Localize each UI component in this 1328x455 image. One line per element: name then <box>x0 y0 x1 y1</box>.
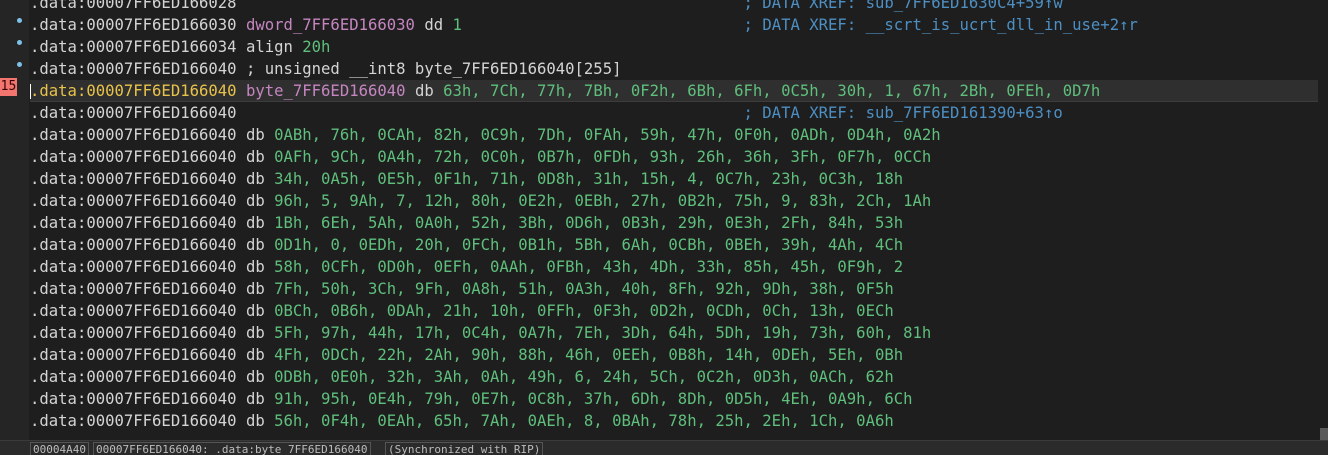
status-bar: 00004A40 00007FF6ED166040: .data:byte_7F… <box>0 440 1328 455</box>
data-label[interactable]: dword_7FF6ED166030 <box>246 16 415 34</box>
directive: dd <box>424 16 444 34</box>
code-line[interactable]: .data:00007FF6ED166034 align 20h <box>30 36 1318 58</box>
code-line[interactable]: .data:00007FF6ED166040 db 7Fh, 50h, 3Ch,… <box>30 278 1318 300</box>
directive: db <box>245 280 265 298</box>
line-comment-header: ; unsigned __int8 byte_7FF6ED166040[255] <box>245 60 622 78</box>
code-line[interactable]: .data:00007FF6ED166040 db 96h, 5, 9Ah, 7… <box>30 190 1318 212</box>
directive: db <box>245 412 265 430</box>
xref-comment: ; DATA XREF: sub_7FF6ED1630C4+59↑w <box>743 0 1063 12</box>
operand-values: 0AFh, 9Ch, 0A4h, 72h, 0C0h, 0B7h, 0FDh, … <box>274 148 932 166</box>
operand-values: 96h, 5, 9Ah, 7, 12h, 80h, 0E2h, 0EBh, 27… <box>274 192 932 210</box>
operand-values: 34h, 0A5h, 0E5h, 0F1h, 71h, 0D8h, 31h, 1… <box>274 170 904 188</box>
code-line[interactable]: .data:00007FF6ED166040 db 0BCh, 0B6h, 0D… <box>30 300 1318 322</box>
directive: db <box>245 302 265 320</box>
code-line[interactable]: .data:00007FF6ED166040 db 0DBh, 0E0h, 32… <box>30 366 1318 388</box>
operand-values: 0BCh, 0B6h, 0DAh, 21h, 10h, 0FFh, 0F3h, … <box>274 302 894 320</box>
line-address: .data:00007FF6ED166028 <box>30 0 237 12</box>
line-address: .data:00007FF6ED166040 <box>30 60 237 78</box>
code-line-current[interactable]: .data:00007FF6ED166040 byte_7FF6ED166040… <box>30 80 1318 102</box>
line-address: .data:00007FF6ED166040 <box>30 390 237 408</box>
line-marker-dot <box>17 18 22 23</box>
directive: db <box>245 390 265 408</box>
operand-values: 0D1h, 0, 0EDh, 20h, 0FCh, 0B1h, 5Bh, 6Ah… <box>274 236 904 254</box>
disassembly-view[interactable]: .data:00007FF6ED166028 ; DATA XREF: sub_… <box>30 0 1318 440</box>
directive: db <box>414 82 434 100</box>
operand-values: 91h, 95h, 0E4h, 79h, 0E7h, 0C8h, 37h, 6D… <box>274 390 913 408</box>
code-line[interactable]: .data:00007FF6ED166030 dword_7FF6ED16603… <box>30 14 1318 36</box>
xref-comment: ; DATA XREF: __scrt_is_ucrt_dll_in_use+2… <box>743 16 1138 34</box>
code-line[interactable]: .data:00007FF6ED166040 db 1Bh, 6Eh, 5Ah,… <box>30 212 1318 234</box>
directive: db <box>245 258 265 276</box>
line-address: .data:00007FF6ED166040 <box>30 412 237 430</box>
breakpoint-badge[interactable]: 15 <box>0 78 17 96</box>
xref-comment: ; DATA XREF: sub_7FF6ED161390+63↑o <box>743 104 1063 122</box>
line-address: .data:00007FF6ED166040 <box>30 214 237 232</box>
code-line[interactable]: .data:00007FF6ED166028 ; DATA XREF: sub_… <box>30 0 1318 14</box>
operand-values: 63h, 7Ch, 77h, 7Bh, 0F2h, 6Bh, 6Fh, 0C5h… <box>443 82 1101 100</box>
operand-values: 7Fh, 50h, 3Ch, 9Fh, 0A8h, 51h, 0A3h, 40h… <box>274 280 894 298</box>
code-line[interactable]: .data:00007FF6ED166040 db 58h, 0CFh, 0D0… <box>30 256 1318 278</box>
directive: db <box>245 126 265 144</box>
operand-values: 0ABh, 76h, 0CAh, 82h, 0C9h, 7Dh, 0FAh, 5… <box>274 126 941 144</box>
directive: db <box>245 214 265 232</box>
operand-values: 20h <box>302 38 331 56</box>
line-address: .data:00007FF6ED166040 <box>30 280 237 298</box>
line-address: .data:00007FF6ED166040 <box>30 236 237 254</box>
code-line[interactable]: .data:00007FF6ED166040 ; unsigned __int8… <box>30 58 1318 80</box>
line-address: .data:00007FF6ED166040 <box>30 126 237 144</box>
operand-values: 4Fh, 0DCh, 22h, 2Ah, 90h, 88h, 46h, 0EEh… <box>274 346 904 364</box>
text-caret <box>30 84 31 99</box>
directive: db <box>245 368 265 386</box>
code-line[interactable]: .data:00007FF6ED166040 db 0AFh, 9Ch, 0A4… <box>30 146 1318 168</box>
directive: db <box>245 324 265 342</box>
current-location: 00007FF6ED166040: .data:byte_7FF6ED16604… <box>93 442 371 455</box>
line-address: .data:00007FF6ED166040 <box>30 82 237 100</box>
line-address: .data:00007FF6ED166040 <box>30 170 237 188</box>
code-line[interactable]: .data:00007FF6ED166040 db 0D1h, 0, 0EDh,… <box>30 234 1318 256</box>
code-line[interactable]: .data:00007FF6ED166040 db 4Fh, 0DCh, 22h… <box>30 344 1318 366</box>
code-line[interactable]: .data:00007FF6ED166040 db 34h, 0A5h, 0E5… <box>30 168 1318 190</box>
line-marker-dot <box>17 62 22 67</box>
code-line[interactable]: .data:00007FF6ED166040 db 91h, 95h, 0E4h… <box>30 388 1318 410</box>
data-label[interactable]: byte_7FF6ED166040 <box>246 82 406 100</box>
code-line[interactable]: .data:00007FF6ED166040 db 0ABh, 76h, 0CA… <box>30 124 1318 146</box>
directive: db <box>245 346 265 364</box>
directive: db <box>245 236 265 254</box>
line-marker-dot <box>17 40 22 45</box>
directive: align <box>245 38 293 56</box>
sync-status: (Synchronized with RIP) <box>385 442 544 455</box>
directive: db <box>245 170 265 188</box>
operand-values: 1 <box>452 16 462 34</box>
code-line[interactable]: .data:00007FF6ED166040 db 5Fh, 97h, 44h,… <box>30 322 1318 344</box>
directive: db <box>245 148 265 166</box>
operand-values: 0DBh, 0E0h, 32h, 3Ah, 0Ah, 49h, 6, 24h, … <box>274 368 894 386</box>
line-address: .data:00007FF6ED166040 <box>30 148 237 166</box>
line-address: .data:00007FF6ED166040 <box>30 104 237 122</box>
vertical-scrollbar[interactable] <box>1320 428 1328 440</box>
line-address: .data:00007FF6ED166040 <box>30 324 237 342</box>
gutter[interactable]: 15 <box>0 0 29 440</box>
line-address: .data:00007FF6ED166034 <box>30 38 237 56</box>
operand-values: 58h, 0CFh, 0D0h, 0EFh, 0AAh, 0FBh, 43h, … <box>274 258 904 276</box>
line-address: .data:00007FF6ED166040 <box>30 258 237 276</box>
file-offset: 00004A40 <box>30 442 89 455</box>
line-address: .data:00007FF6ED166030 <box>30 16 237 34</box>
operand-values: 56h, 0F4h, 0EAh, 65h, 7Ah, 0AEh, 8, 0BAh… <box>274 412 894 430</box>
line-address: .data:00007FF6ED166040 <box>30 346 237 364</box>
line-address: .data:00007FF6ED166040 <box>30 368 237 386</box>
code-line[interactable]: .data:00007FF6ED166040 ; DATA XREF: sub_… <box>30 102 1318 124</box>
directive: db <box>245 192 265 210</box>
operand-values: 5Fh, 97h, 44h, 17h, 0C4h, 0A7h, 7Eh, 3Dh… <box>274 324 932 342</box>
line-address: .data:00007FF6ED166040 <box>30 192 237 210</box>
line-address: .data:00007FF6ED166040 <box>30 302 237 320</box>
operand-values: 1Bh, 6Eh, 5Ah, 0A0h, 52h, 3Bh, 0D6h, 0B3… <box>274 214 904 232</box>
code-line[interactable]: .data:00007FF6ED166040 db 56h, 0F4h, 0EA… <box>30 410 1318 432</box>
